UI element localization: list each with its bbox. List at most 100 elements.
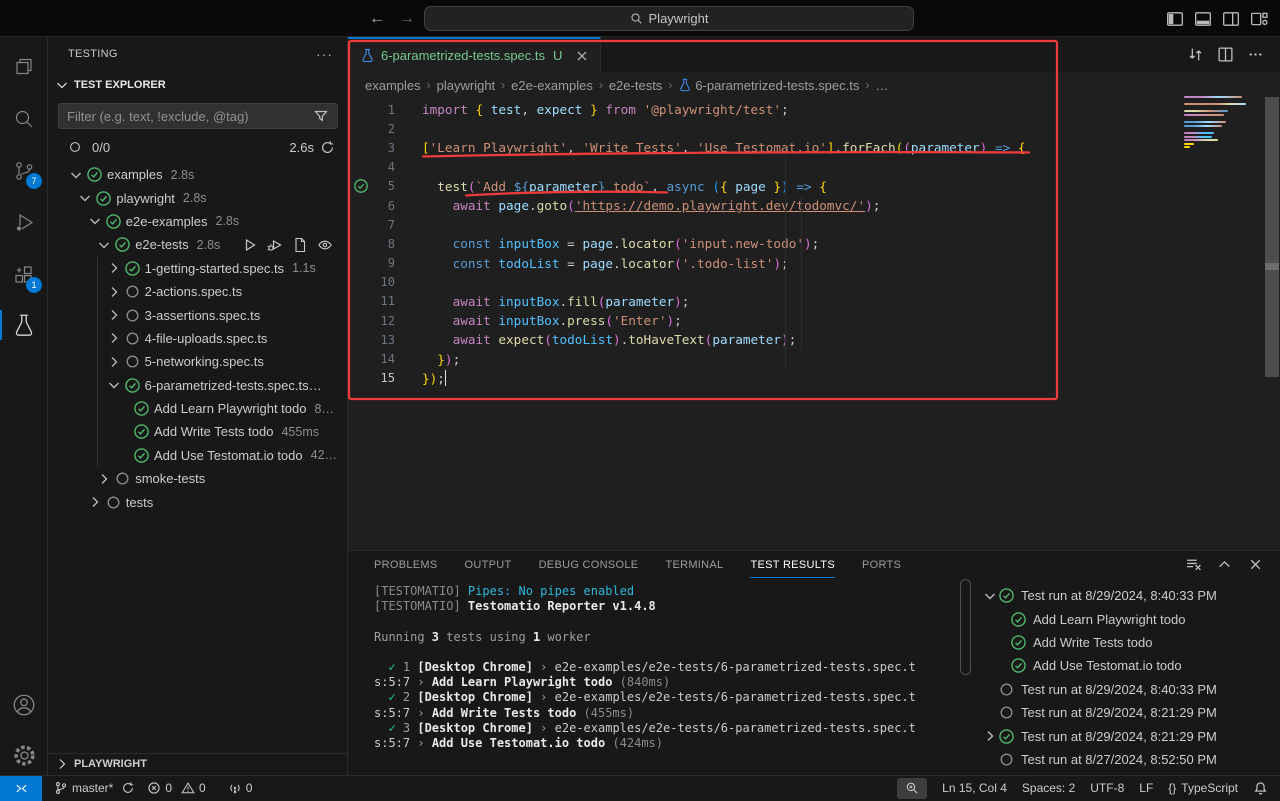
language-mode[interactable]: {} TypeScript bbox=[1168, 781, 1238, 795]
panel-tab-test-results[interactable]: TEST RESULTS bbox=[750, 551, 835, 578]
test-tree-item[interactable]: playwright2.8s bbox=[48, 186, 347, 209]
run-icon[interactable] bbox=[242, 237, 258, 253]
test-tree-item[interactable]: Add Use Testomat.io todo42… bbox=[48, 444, 347, 467]
test-filter-box[interactable] bbox=[58, 103, 338, 129]
test-tree-item[interactable]: e2e-examples2.8s bbox=[48, 210, 347, 233]
customize-layout-icon[interactable] bbox=[1250, 10, 1268, 28]
account-icon[interactable] bbox=[0, 685, 48, 725]
test-run-item[interactable]: Test run at 8/29/2024, 8:40:33 PM bbox=[980, 584, 1272, 607]
breadcrumb-item[interactable]: playwright bbox=[437, 78, 496, 93]
test-passed-icon bbox=[133, 400, 150, 417]
breadcrumb-item[interactable]: e2e-examples bbox=[511, 78, 593, 93]
test-explorer-tree: examples2.8splaywright2.8se2e-examples2.… bbox=[48, 163, 347, 514]
breadcrumb-item[interactable]: examples bbox=[365, 78, 421, 93]
refresh-icon[interactable] bbox=[320, 140, 335, 155]
extensions-icon[interactable]: 1 bbox=[0, 255, 48, 295]
indentation[interactable]: Spaces: 2 bbox=[1022, 781, 1075, 795]
toggle-panel-icon[interactable] bbox=[1194, 10, 1212, 28]
cursor-position[interactable]: Ln 15, Col 4 bbox=[942, 781, 1007, 795]
panel-tab-ports[interactable]: PORTS bbox=[862, 551, 901, 578]
more-actions-icon[interactable] bbox=[1247, 46, 1264, 63]
test-tree-item[interactable]: 6-parametrized-tests.spec.ts… bbox=[48, 374, 347, 397]
test-tree-item[interactable]: Add Write Tests todo455ms bbox=[48, 420, 347, 443]
test-tree-item[interactable]: 1-getting-started.spec.ts1.1s bbox=[48, 257, 347, 280]
search-view-icon[interactable] bbox=[0, 99, 48, 139]
test-tree-item[interactable]: tests bbox=[48, 490, 347, 513]
code-editor[interactable]: 1import { test, expect } from '@playwrig… bbox=[348, 98, 1280, 388]
test-tree-item[interactable]: Add Learn Playwright todo8… bbox=[48, 397, 347, 420]
debug-icon[interactable] bbox=[267, 237, 283, 253]
source-control-icon[interactable]: 7 bbox=[0, 151, 48, 191]
notifications-bell-icon[interactable] bbox=[1253, 781, 1268, 796]
panel-tab-output[interactable]: OUTPUT bbox=[465, 551, 512, 578]
breadcrumb-item[interactable]: 6-parametrized-tests.spec.ts bbox=[678, 78, 859, 93]
panel-tab-problems[interactable]: PROBLEMS bbox=[374, 551, 438, 578]
gutter-test-passed-icon[interactable] bbox=[353, 178, 369, 194]
test-tree-item[interactable]: 5-networking.spec.ts bbox=[48, 350, 347, 373]
test-run-item[interactable]: Add Learn Playwright todo bbox=[980, 607, 1272, 630]
test-unset-icon bbox=[998, 681, 1015, 698]
output-scrollbar[interactable] bbox=[960, 579, 971, 675]
remote-indicator[interactable] bbox=[0, 776, 42, 801]
sidebar-more-actions-icon[interactable]: ··· bbox=[316, 46, 333, 62]
test-tree-item[interactable]: 2-actions.spec.ts bbox=[48, 280, 347, 303]
test-results-output[interactable]: [TESTOMATIO] Pipes: No pipes enabled[TES… bbox=[374, 584, 974, 751]
code-line: 15}); bbox=[348, 369, 1280, 388]
run-debug-icon[interactable] bbox=[0, 203, 48, 243]
problems-item[interactable]: 0 0 bbox=[147, 781, 205, 795]
line-number: 10 bbox=[371, 275, 395, 289]
go-to-file-icon[interactable] bbox=[292, 237, 308, 253]
line-number: 9 bbox=[371, 256, 395, 270]
close-panel-icon[interactable] bbox=[1247, 556, 1264, 573]
filter-funnel-icon[interactable] bbox=[313, 108, 329, 124]
toggle-secondary-sidebar-icon[interactable] bbox=[1222, 10, 1240, 28]
test-tree-item[interactable]: examples2.8s bbox=[48, 163, 347, 186]
tab-6-parametrized-tests[interactable]: 6-parametrized-tests.spec.ts U bbox=[348, 37, 601, 72]
split-editor-icon[interactable] bbox=[1217, 46, 1234, 63]
encoding[interactable]: UTF-8 bbox=[1090, 781, 1124, 795]
git-branch-item[interactable]: master* bbox=[54, 781, 135, 795]
zoom-status-item[interactable] bbox=[897, 778, 927, 799]
maximize-panel-icon[interactable] bbox=[1216, 556, 1233, 573]
playwright-section-header[interactable]: PLAYWRIGHT bbox=[48, 753, 347, 774]
test-passed-icon bbox=[95, 190, 112, 207]
test-run-item[interactable]: Test run at 8/29/2024, 8:21:29 PM bbox=[980, 701, 1272, 724]
test-unset-icon bbox=[114, 470, 131, 487]
open-changes-icon[interactable] bbox=[1187, 46, 1204, 63]
test-tree-item[interactable]: 3-assertions.spec.ts bbox=[48, 303, 347, 326]
watch-icon[interactable] bbox=[317, 237, 333, 253]
test-explorer-section-header[interactable]: TEST EXPLORER bbox=[48, 73, 347, 97]
panel-tab-debug-console[interactable]: DEBUG CONSOLE bbox=[539, 551, 639, 578]
test-summary-row[interactable]: 0/0 2.6s bbox=[48, 135, 347, 159]
settings-gear-icon[interactable] bbox=[0, 735, 48, 775]
tree-item-duration: 2.8s bbox=[171, 168, 195, 182]
test-run-item[interactable]: Add Use Testomat.io todo bbox=[980, 654, 1272, 677]
panel-tab-terminal[interactable]: TERMINAL bbox=[665, 551, 723, 578]
test-tree-item[interactable]: smoke-tests bbox=[48, 467, 347, 490]
breadcrumb-item[interactable]: … bbox=[875, 78, 888, 93]
nav-forward-icon[interactable]: → bbox=[396, 8, 418, 30]
braces-icon: {} bbox=[1168, 781, 1176, 795]
nav-back-icon[interactable]: ← bbox=[366, 8, 388, 30]
breadcrumb-item[interactable]: e2e-tests bbox=[609, 78, 662, 93]
test-tree-item[interactable]: e2e-tests2.8s bbox=[48, 233, 347, 256]
test-filter-input[interactable] bbox=[59, 109, 313, 124]
test-run-item[interactable]: Test run at 8/29/2024, 8:21:29 PM bbox=[980, 724, 1272, 747]
close-tab-icon[interactable] bbox=[574, 48, 590, 64]
command-center[interactable]: Playwright bbox=[424, 6, 914, 31]
eol[interactable]: LF bbox=[1139, 781, 1153, 795]
test-tree-item[interactable]: 4-file-uploads.spec.ts bbox=[48, 327, 347, 350]
test-run-item[interactable]: Test run at 8/29/2024, 8:40:33 PM bbox=[980, 678, 1272, 701]
testing-view-icon[interactable] bbox=[0, 305, 48, 345]
test-run-item[interactable]: Test run at 8/27/2024, 8:52:50 PM bbox=[980, 748, 1272, 771]
explorer-icon[interactable] bbox=[0, 47, 48, 87]
code-line: 7 bbox=[348, 215, 1280, 234]
clear-output-icon[interactable] bbox=[1185, 556, 1202, 573]
editor-scrollbar[interactable] bbox=[1265, 97, 1279, 377]
toggle-primary-sidebar-icon[interactable] bbox=[1166, 10, 1184, 28]
test-run-item[interactable]: Add Write Tests todo bbox=[980, 631, 1272, 654]
test-run-label: Test run at 8/29/2024, 8:21:29 PM bbox=[1021, 729, 1217, 744]
minimap[interactable] bbox=[1184, 96, 1248, 150]
test-unset-icon bbox=[105, 494, 122, 511]
ports-item[interactable]: 0 bbox=[228, 781, 253, 795]
